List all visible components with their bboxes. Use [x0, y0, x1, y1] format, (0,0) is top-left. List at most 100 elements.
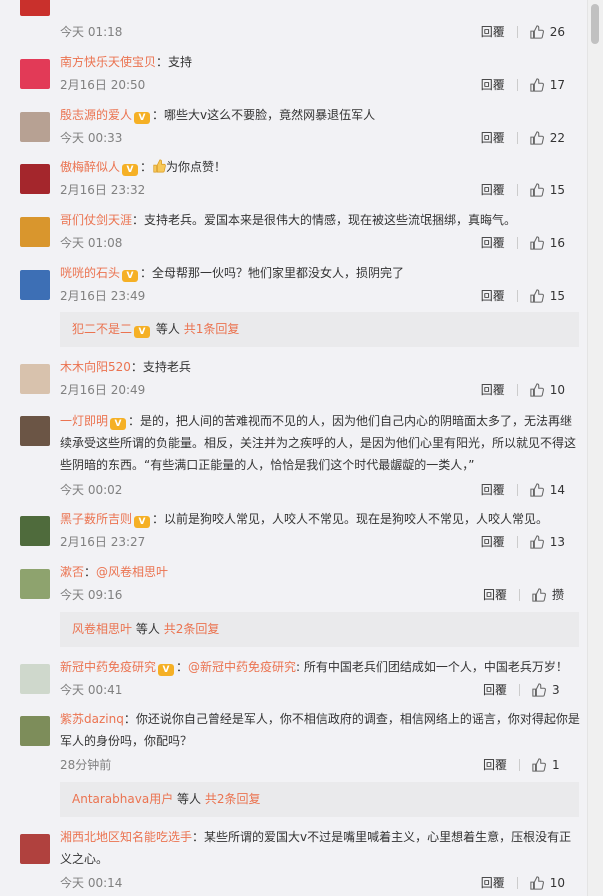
comment-feed: 今天 01:18 回覆 26 南方快乐天使宝贝：支持 2月16日 20:50 回…	[0, 0, 603, 896]
vip-badge-icon: V	[134, 516, 151, 528]
reply-button[interactable]: 回覆	[481, 873, 505, 893]
reply-button[interactable]: 回覆	[481, 480, 505, 500]
comment-time: 今天 00:33	[60, 131, 123, 145]
vip-badge-icon: V	[158, 664, 175, 676]
action-divider	[516, 877, 518, 889]
reply-button[interactable]: 回覆	[481, 128, 505, 148]
action-divider	[516, 79, 518, 91]
comment-body: 傲梅醉似人 V：为你点赞！	[60, 158, 227, 176]
comment-author[interactable]: 傲梅醉似人	[60, 160, 120, 174]
comment-actions: 回覆 1	[483, 755, 565, 775]
comment-mention[interactable]: @风卷相思叶	[96, 565, 168, 579]
thumbs-up-icon[interactable]	[530, 383, 544, 397]
sub-reply-count[interactable]: 共2条回复	[164, 622, 220, 636]
action-divider	[516, 384, 518, 396]
action-divider	[516, 290, 518, 302]
avatar[interactable]	[20, 59, 50, 89]
avatar[interactable]	[20, 569, 50, 599]
reply-button[interactable]: 回覆	[481, 380, 505, 400]
comment-author[interactable]: 漱否	[60, 565, 84, 579]
avatar[interactable]	[20, 516, 50, 546]
scrollbar[interactable]	[587, 0, 603, 896]
reply-button[interactable]: 回覆	[481, 233, 505, 253]
sub-reply-count[interactable]: 共1条回复	[184, 322, 240, 336]
avatar[interactable]	[20, 112, 50, 142]
comment-author[interactable]: 新冠中药免疫研究	[60, 660, 156, 674]
comment-author[interactable]: 咣咣的石头	[60, 266, 120, 280]
comment-actions: 回覆 17	[481, 75, 565, 95]
sub-reply-author[interactable]: 风卷相思叶	[72, 622, 132, 636]
avatar[interactable]	[20, 217, 50, 247]
reply-button[interactable]: 回覆	[483, 585, 507, 605]
like-count: 10	[549, 383, 565, 397]
comment-time: 今天 01:08	[60, 236, 123, 250]
avatar[interactable]	[20, 664, 50, 694]
sub-replies-link[interactable]: 犯二不是二 V 等人 共1条回复	[60, 312, 579, 347]
scrollbar-thumb[interactable]	[591, 4, 599, 44]
action-divider	[519, 684, 520, 696]
comment-actions: 回覆 攒	[483, 585, 565, 605]
comment-actions: 回覆 22	[481, 128, 565, 148]
action-divider	[516, 484, 518, 496]
reply-button[interactable]: 回覆	[481, 180, 505, 200]
comment-mention[interactable]: @新冠中药免疫研究	[188, 660, 296, 674]
comment-author[interactable]: 南方快乐天使宝贝	[60, 55, 156, 69]
reply-button[interactable]: 回覆	[481, 22, 505, 42]
comment-time: 今天 09:16	[60, 588, 123, 602]
thumbs-up-icon[interactable]	[530, 25, 544, 39]
reply-button[interactable]: 回覆	[481, 286, 505, 306]
thumbs-up-icon[interactable]	[530, 131, 544, 145]
comment-author[interactable]: 哥们仗剑天涯	[60, 213, 132, 227]
thumbs-up-icon[interactable]	[530, 183, 544, 197]
comment-actions: 回覆 10	[481, 380, 565, 400]
reply-button[interactable]: 回覆	[481, 532, 505, 552]
comment-text: 支持老兵	[142, 360, 191, 374]
thumbs-up-icon[interactable]	[530, 876, 544, 890]
sub-reply-author[interactable]: Antarabhava用户	[72, 792, 173, 806]
like-count: 14	[549, 483, 565, 497]
sub-replies-link[interactable]: Antarabhava用户 等人 共2条回复	[60, 782, 579, 817]
reply-button[interactable]: 回覆	[481, 75, 505, 95]
comment-author[interactable]: 殷志源的爱人	[60, 108, 132, 122]
avatar[interactable]	[20, 834, 50, 864]
sub-replies-link[interactable]: 风卷相思叶 等人 共2条回复	[60, 612, 579, 647]
sub-reply-author[interactable]: 犯二不是二	[72, 322, 132, 336]
comment-text: 哪些大v这么不要脸，竟然网暴退伍军人	[164, 108, 376, 122]
avatar[interactable]	[20, 416, 50, 446]
action-divider	[519, 589, 520, 601]
thumbs-up-emoji-icon	[152, 158, 166, 173]
avatar[interactable]	[20, 716, 50, 746]
comment-author[interactable]: 紫苏dazinq	[60, 712, 124, 726]
avatar[interactable]	[20, 0, 50, 16]
comment-actions: 回覆 15	[481, 286, 565, 306]
action-divider	[516, 26, 518, 38]
thumbs-up-icon[interactable]	[532, 588, 546, 602]
action-divider	[519, 759, 520, 771]
comment-time: 今天 00:41	[60, 683, 123, 697]
reply-button[interactable]: 回覆	[483, 680, 507, 700]
action-divider	[516, 536, 518, 548]
avatar[interactable]	[20, 364, 50, 394]
thumbs-up-icon[interactable]	[530, 236, 544, 250]
comment-actions: 回覆 16	[481, 233, 565, 253]
avatar[interactable]	[20, 164, 50, 194]
thumbs-up-icon[interactable]	[532, 683, 546, 697]
thumbs-up-icon[interactable]	[532, 758, 546, 772]
thumbs-up-icon[interactable]	[530, 289, 544, 303]
vip-badge-icon: V	[122, 270, 139, 282]
comment-author[interactable]: 湘西北地区知名能吃选手	[60, 830, 192, 844]
comment-time: 今天 01:18	[60, 25, 123, 39]
comment-body: 殷志源的爱人 V ：哪些大v这么不要脸，竟然网暴退伍军人	[60, 108, 376, 124]
comment-author[interactable]: 木木向阳520	[60, 360, 131, 374]
comment-time: 2月16日 23:49	[60, 289, 146, 303]
avatar[interactable]	[20, 270, 50, 300]
comment-author[interactable]: 一灯即明	[60, 414, 108, 428]
thumbs-up-icon[interactable]	[530, 78, 544, 92]
comment-author[interactable]: 黑子薮所吉则	[60, 512, 132, 526]
reply-button[interactable]: 回覆	[483, 755, 507, 775]
comment-time: 今天 00:02	[60, 483, 123, 497]
comment-actions: 回覆 3	[483, 680, 565, 700]
thumbs-up-icon[interactable]	[530, 483, 544, 497]
thumbs-up-icon[interactable]	[530, 535, 544, 549]
sub-reply-count[interactable]: 共2条回复	[205, 792, 261, 806]
